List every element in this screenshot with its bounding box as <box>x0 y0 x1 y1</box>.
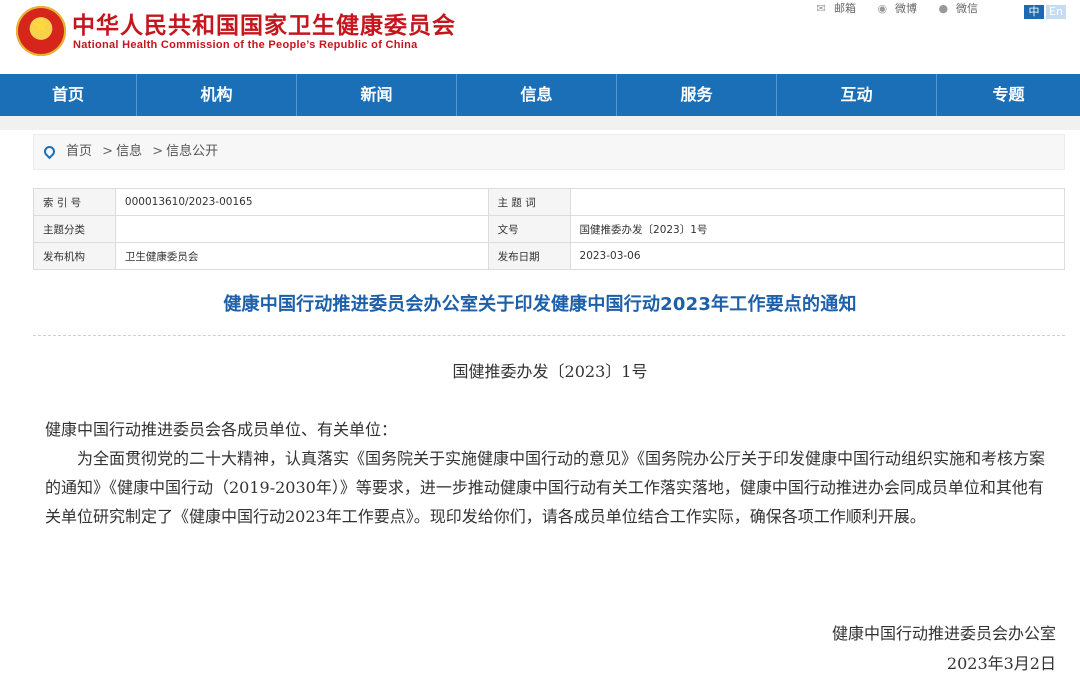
sign-date: 2023年3月2日 <box>946 654 1056 673</box>
keyword-value <box>569 188 1066 216</box>
site-title-en[interactable]: National Health Commission of the People… <box>73 39 418 51</box>
nav-item-information[interactable]: 信息 <box>457 74 617 116</box>
category-label: 主题分类 <box>33 215 116 243</box>
top-link-label: 邮箱 <box>834 2 856 15</box>
breadcrumb-disclosure[interactable]: 信息公开 <box>166 144 218 159</box>
breadcrumb: 首页 > 信息 > 信息公开 <box>33 134 1065 170</box>
document-meta-table: 索 引 号 000013610/2023-00165 主 题 词 主题分类 文号… <box>33 188 1066 270</box>
nav-item-interaction[interactable]: 互动 <box>777 74 937 116</box>
weibo-icon: ◉ <box>877 2 888 15</box>
salutation: 健康中国行动推进委员会各成员单位、有关单位： <box>45 420 398 439</box>
date-value: 2023-03-06 <box>569 242 1066 270</box>
keyword-label: 主 题 词 <box>487 188 571 216</box>
location-pin-icon <box>41 143 58 160</box>
index-value: 000013610/2023-00165 <box>114 188 489 216</box>
breadcrumb-separator: > <box>102 144 114 159</box>
nav-item-topics[interactable]: 专题 <box>937 74 1080 116</box>
table-row: 发布机构 卫生健康委员会 发布日期 2023-03-06 <box>33 242 1066 270</box>
table-row: 主题分类 文号 国健推委办发〔2023〕1号 <box>33 215 1066 243</box>
document-number: 国健推委办发〔2023〕1号 <box>452 362 648 381</box>
breadcrumb-separator: > <box>152 144 164 159</box>
signature-block: 健康中国行动推进委员会办公室 2023年3月2日 <box>832 619 1056 679</box>
article-title: 健康中国行动推进委员会办公室关于印发健康中国行动2023年工作要点的通知 <box>223 294 857 315</box>
body-paragraph: 为全面贯彻党的二十大精神，认真落实《国务院关于实施健康中国行动的意见》《国务院办… <box>45 449 1046 526</box>
site-title-cn[interactable]: 中华人民共和国国家卫生健康委员会 <box>72 6 456 40</box>
table-row: 索 引 号 000013610/2023-00165 主 题 词 <box>33 188 1066 216</box>
docno-value: 国健推委办发〔2023〕1号 <box>569 215 1066 243</box>
top-link-label: 微信 <box>956 2 978 15</box>
main-nav: 首页 机构 新闻 信息 服务 互动 专题 <box>0 74 1080 116</box>
breadcrumb-home[interactable]: 首页 <box>66 144 92 159</box>
language-switch: 中 En <box>1024 0 1066 19</box>
site-header: 中华人民共和国国家卫生健康委员会 National Health Commiss… <box>0 0 1080 74</box>
top-link-mail[interactable]: ✉ 邮箱 <box>817 0 857 16</box>
docno-label: 文号 <box>487 215 571 243</box>
top-link-label: 微博 <box>895 2 917 15</box>
nav-item-home[interactable]: 首页 <box>0 74 137 116</box>
top-links: ✉ 邮箱 ◉ 微博 ● 微信 <box>799 0 979 16</box>
date-label: 发布日期 <box>487 242 571 270</box>
national-emblem-icon[interactable] <box>16 6 66 56</box>
top-link-weibo[interactable]: ◉ 微博 <box>878 0 918 16</box>
breadcrumb-information[interactable]: 信息 <box>116 144 142 159</box>
title-divider <box>33 335 1065 336</box>
article-body: 健康中国行动推进委员会各成员单位、有关单位： 为全面贯彻党的二十大精神，认真落实… <box>45 415 1059 531</box>
top-link-wechat[interactable]: ● 微信 <box>939 0 979 16</box>
wechat-icon: ● <box>938 2 949 15</box>
issuer-value: 卫生健康委员会 <box>114 242 489 270</box>
index-label: 索 引 号 <box>33 188 116 216</box>
issuer-label: 发布机构 <box>33 242 116 270</box>
nav-subbar <box>0 116 1080 130</box>
lang-zh-button[interactable]: 中 <box>1024 5 1044 19</box>
nav-item-news[interactable]: 新闻 <box>297 74 457 116</box>
nav-item-organization[interactable]: 机构 <box>137 74 297 116</box>
signature: 健康中国行动推进委员会办公室 <box>831 624 1056 643</box>
mail-icon: ✉ <box>816 2 826 15</box>
lang-en-button[interactable]: En <box>1046 5 1066 19</box>
nav-item-services[interactable]: 服务 <box>617 74 777 116</box>
category-value <box>114 215 489 243</box>
